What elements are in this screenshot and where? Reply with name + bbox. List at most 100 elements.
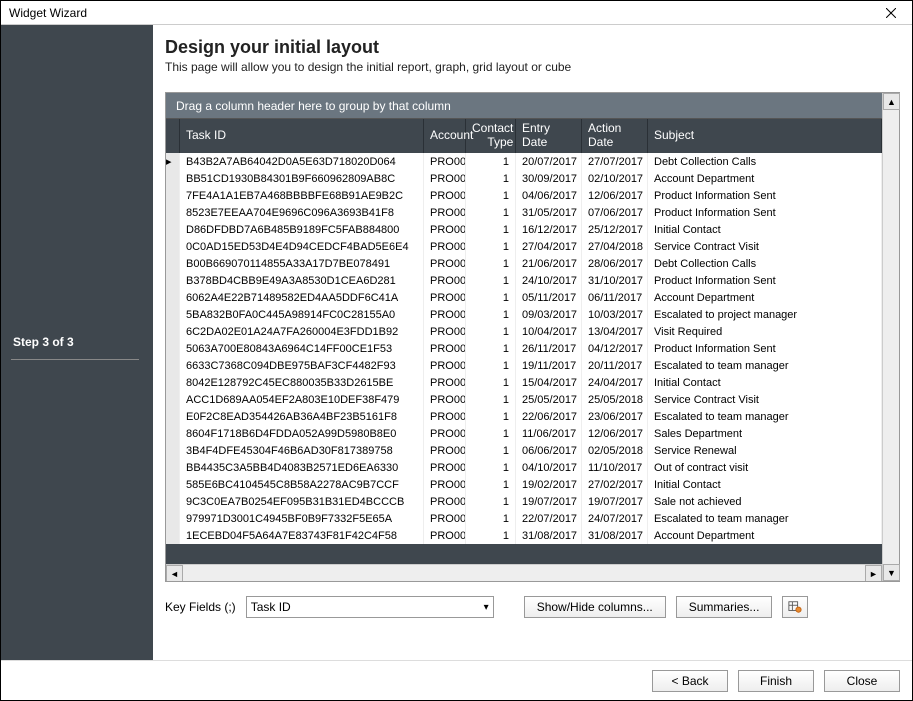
cell-contact-type[interactable]: 1 bbox=[466, 238, 516, 255]
scroll-left-icon[interactable]: ◄ bbox=[166, 565, 183, 581]
column-header-task-id[interactable]: Task ID bbox=[180, 119, 424, 153]
cell-action-date[interactable]: 07/06/2017 bbox=[582, 204, 648, 221]
cell-action-date[interactable]: 02/10/2017 bbox=[582, 170, 648, 187]
scroll-up-icon[interactable]: ▲ bbox=[883, 93, 900, 110]
cell-contact-type[interactable]: 1 bbox=[466, 323, 516, 340]
cell-contact-type[interactable]: 1 bbox=[466, 187, 516, 204]
cell-action-date[interactable]: 24/07/2017 bbox=[582, 510, 648, 527]
column-header-contact-type[interactable]: Contact Type bbox=[466, 119, 516, 153]
row-handle[interactable] bbox=[166, 255, 180, 272]
table-row[interactable]: B378BD4CBB9E49A3A8530D1CEA6D281PRO00124/… bbox=[166, 272, 882, 289]
cell-contact-type[interactable]: 1 bbox=[466, 357, 516, 374]
cell-subject[interactable]: Service Contract Visit bbox=[648, 238, 882, 255]
cell-action-date[interactable]: 04/12/2017 bbox=[582, 340, 648, 357]
cell-entry-date[interactable]: 31/08/2017 bbox=[516, 527, 582, 544]
cell-account[interactable]: PRO00! bbox=[424, 425, 466, 442]
cell-task-id[interactable]: 5063A700E80843A6964C14FF00CE1F53 bbox=[180, 340, 424, 357]
cell-action-date[interactable]: 13/04/2017 bbox=[582, 323, 648, 340]
cell-action-date[interactable]: 27/04/2018 bbox=[582, 238, 648, 255]
summaries-button[interactable]: Summaries... bbox=[676, 596, 773, 618]
cell-entry-date[interactable]: 19/02/2017 bbox=[516, 476, 582, 493]
cell-contact-type[interactable]: 1 bbox=[466, 340, 516, 357]
cell-entry-date[interactable]: 19/07/2017 bbox=[516, 493, 582, 510]
cell-action-date[interactable]: 02/05/2018 bbox=[582, 442, 648, 459]
table-row[interactable]: D86DFDBD7A6B485B9189FC5FAB884800PRO00116… bbox=[166, 221, 882, 238]
cell-task-id[interactable]: 8523E7EEAA704E9696C096A3693B41F8 bbox=[180, 204, 424, 221]
row-handle[interactable]: ▸ bbox=[166, 153, 180, 170]
cell-task-id[interactable]: 5BA832B0FA0C445A98914FC0C28155A0 bbox=[180, 306, 424, 323]
cell-contact-type[interactable]: 1 bbox=[466, 170, 516, 187]
row-handle[interactable] bbox=[166, 306, 180, 323]
cell-subject[interactable]: Debt Collection Calls bbox=[648, 153, 882, 170]
cell-contact-type[interactable]: 1 bbox=[466, 510, 516, 527]
cell-contact-type[interactable]: 1 bbox=[466, 425, 516, 442]
cell-task-id[interactable]: E0F2C8EAD354426AB36A4BF23B5161F8 bbox=[180, 408, 424, 425]
cell-subject[interactable]: Account Department bbox=[648, 289, 882, 306]
cell-contact-type[interactable]: 1 bbox=[466, 442, 516, 459]
row-handle[interactable] bbox=[166, 323, 180, 340]
cell-subject[interactable]: Sale not achieved bbox=[648, 493, 882, 510]
cell-entry-date[interactable]: 26/11/2017 bbox=[516, 340, 582, 357]
cell-action-date[interactable]: 23/06/2017 bbox=[582, 408, 648, 425]
hscroll-track[interactable] bbox=[183, 565, 865, 581]
table-row[interactable]: 6062A4E22B71489582ED4AA5DDF6C41APRO00105… bbox=[166, 289, 882, 306]
cell-action-date[interactable]: 11/10/2017 bbox=[582, 459, 648, 476]
table-row[interactable]: 3B4F4DFE45304F46B6AD30F817389758PRO00!1 0… bbox=[166, 442, 882, 459]
row-handle[interactable] bbox=[166, 170, 180, 187]
table-row[interactable]: 7FE4A1A1EB7A468BBBBFE68B91AE9B2CPRO00104… bbox=[166, 187, 882, 204]
cell-account[interactable]: PRO00: bbox=[424, 357, 466, 374]
cell-subject[interactable]: Initial Contact bbox=[648, 221, 882, 238]
cell-subject[interactable]: Product Information Sent bbox=[648, 340, 882, 357]
cell-action-date[interactable]: 31/10/2017 bbox=[582, 272, 648, 289]
cell-contact-type[interactable]: 1 bbox=[466, 476, 516, 493]
cell-contact-type[interactable]: 1 bbox=[466, 221, 516, 238]
cell-action-date[interactable]: 31/08/2017 bbox=[582, 527, 648, 544]
cell-account[interactable]: PRO00 bbox=[424, 238, 466, 255]
cell-entry-date[interactable]: 20/07/2017 bbox=[516, 153, 582, 170]
cell-task-id[interactable]: BB51CD1930B84301B9F660962809AB8C bbox=[180, 170, 424, 187]
cell-entry-date[interactable]: 19/11/2017 bbox=[516, 357, 582, 374]
cell-contact-type[interactable]: 1 bbox=[466, 493, 516, 510]
cell-subject[interactable]: Account Department bbox=[648, 170, 882, 187]
cell-action-date[interactable]: 12/06/2017 bbox=[582, 187, 648, 204]
cell-subject[interactable]: Product Information Sent bbox=[648, 204, 882, 221]
row-handle[interactable] bbox=[166, 493, 180, 510]
cell-action-date[interactable]: 12/06/2017 bbox=[582, 425, 648, 442]
cell-subject[interactable]: Service Contract Visit bbox=[648, 391, 882, 408]
cell-contact-type[interactable]: 1 bbox=[466, 306, 516, 323]
cell-action-date[interactable]: 28/06/2017 bbox=[582, 255, 648, 272]
cell-task-id[interactable]: 8042E128792C45EC880035B33D2615BE bbox=[180, 374, 424, 391]
finish-button[interactable]: Finish bbox=[738, 670, 814, 692]
cell-account[interactable]: PRO00! bbox=[424, 476, 466, 493]
cell-entry-date[interactable]: 10/04/2017 bbox=[516, 323, 582, 340]
cell-subject[interactable]: Service Renewal bbox=[648, 442, 882, 459]
cell-entry-date[interactable]: 05/11/2017 bbox=[516, 289, 582, 306]
row-handle[interactable] bbox=[166, 187, 180, 204]
cell-entry-date[interactable]: 16/12/2017 bbox=[516, 221, 582, 238]
cell-entry-date[interactable]: 04/06/2017 bbox=[516, 187, 582, 204]
row-handle[interactable] bbox=[166, 374, 180, 391]
cell-task-id[interactable]: 0C0AD15ED53D4E4D94CEDCF4BAD5E6E4 bbox=[180, 238, 424, 255]
cell-account[interactable]: PRO00! bbox=[424, 442, 466, 459]
cell-subject[interactable]: Sales Department bbox=[648, 425, 882, 442]
cell-action-date[interactable]: 25/12/2017 bbox=[582, 221, 648, 238]
cell-task-id[interactable]: 3B4F4DFE45304F46B6AD30F817389758 bbox=[180, 442, 424, 459]
cell-contact-type[interactable]: 1 bbox=[466, 289, 516, 306]
cell-account[interactable]: PRO00 bbox=[424, 153, 466, 170]
column-header-entry-date[interactable]: Entry Date bbox=[516, 119, 582, 153]
cell-task-id[interactable]: ACC1D689AA054EF2A803E10DEF38F479 bbox=[180, 391, 424, 408]
cell-account[interactable]: PRO00 bbox=[424, 272, 466, 289]
column-header-account[interactable]: Account bbox=[424, 119, 466, 153]
cell-subject[interactable]: Account Department bbox=[648, 527, 882, 544]
back-button[interactable]: < Back bbox=[652, 670, 728, 692]
cell-entry-date[interactable]: 09/03/2017 bbox=[516, 306, 582, 323]
cell-action-date[interactable]: 20/11/2017 bbox=[582, 357, 648, 374]
cell-action-date[interactable]: 25/05/2018 bbox=[582, 391, 648, 408]
row-handle[interactable] bbox=[166, 221, 180, 238]
cell-task-id[interactable]: 7FE4A1A1EB7A468BBBBFE68B91AE9B2C bbox=[180, 187, 424, 204]
cell-entry-date[interactable]: 22/07/2017 bbox=[516, 510, 582, 527]
cell-contact-type[interactable]: 1 bbox=[466, 255, 516, 272]
table-row[interactable]: BB51CD1930B84301B9F660962809AB8CPRO00130… bbox=[166, 170, 882, 187]
table-row[interactable]: BB4435C3A5BB4D4083B2571ED6EA6330PRO00!10… bbox=[166, 459, 882, 476]
cell-contact-type[interactable]: 1 bbox=[466, 204, 516, 221]
